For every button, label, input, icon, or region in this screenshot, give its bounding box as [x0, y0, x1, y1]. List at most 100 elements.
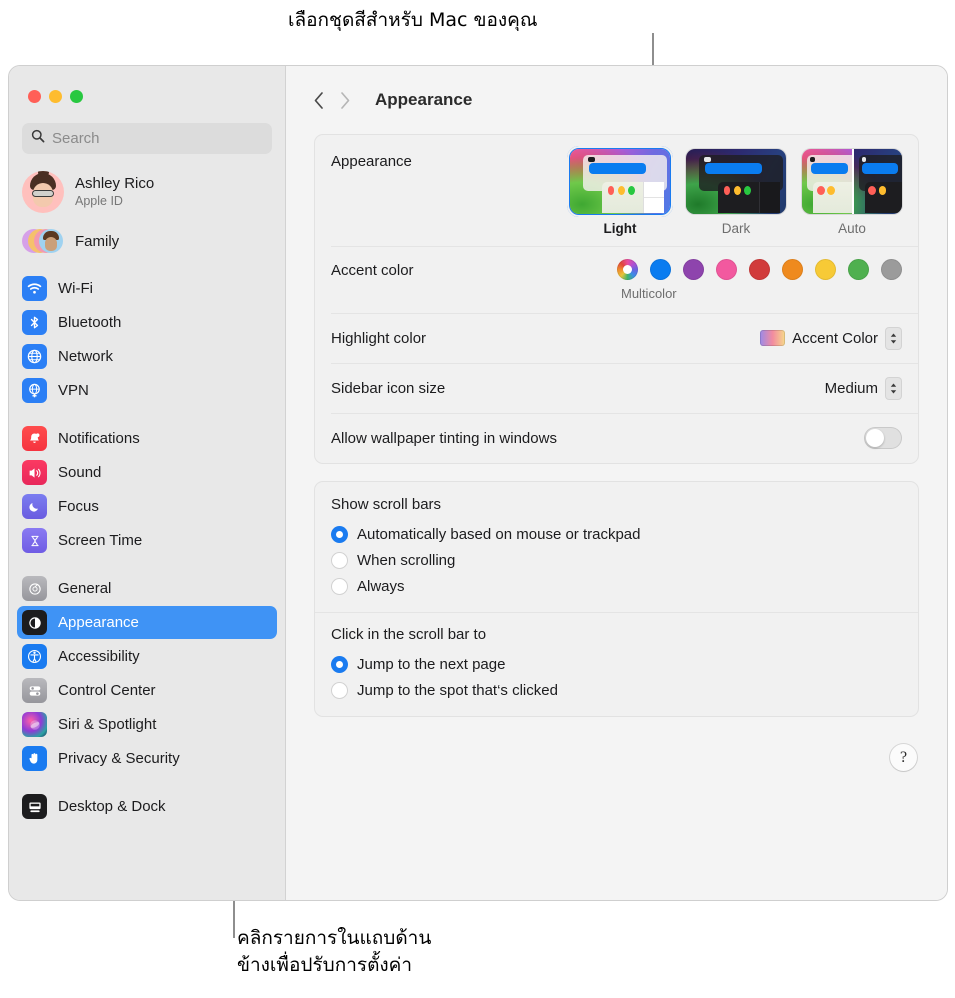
- network-icon: [22, 344, 47, 369]
- sidebar-item-wi-fi[interactable]: Wi-Fi: [17, 272, 277, 305]
- sidebar-item-family[interactable]: Family: [9, 222, 285, 260]
- sidebar-item-appearance[interactable]: Appearance: [17, 606, 277, 639]
- sidebar-item-network[interactable]: Network: [17, 340, 277, 373]
- sidebar-item-privacy-security[interactable]: Privacy & Security: [17, 742, 277, 775]
- accent-swatch-red[interactable]: [749, 259, 770, 280]
- highlight-color-popup[interactable]: Accent Color: [760, 326, 902, 350]
- sidebar-item-label: Network: [58, 348, 114, 365]
- wallpaper-tinting-row: Allow wallpaper tinting in windows: [315, 413, 918, 463]
- siri-icon: [22, 712, 47, 737]
- system-settings-window: Ashley Rico Apple ID Family Wi-Fi: [8, 65, 948, 901]
- sidebar-item-label: General: [58, 580, 112, 597]
- appearance-icon: [22, 610, 47, 635]
- accent-swatch-graphite[interactable]: [881, 259, 902, 280]
- bluetooth-icon: [22, 310, 47, 335]
- sidebar-item-desktop-dock[interactable]: Desktop & Dock: [17, 790, 277, 823]
- sidebar-item-siri-spotlight[interactable]: Siri & Spotlight: [17, 708, 277, 741]
- sidebar-group-general: General Appearance Accessibility Control…: [9, 572, 285, 775]
- radio-show-scrollbars-when-scrolling[interactable]: When scrolling: [331, 547, 902, 573]
- highlight-color-value: Accent Color: [792, 329, 878, 347]
- sidebar-item-vpn[interactable]: VPN: [17, 374, 277, 407]
- radio-button[interactable]: [331, 551, 348, 569]
- theme-option-dark[interactable]: Dark: [686, 149, 786, 236]
- radio-show-scrollbars-always[interactable]: Always: [331, 573, 902, 599]
- radio-label: Automatically based on mouse or trackpad: [357, 525, 641, 543]
- sidebar-icon-size-row: Sidebar icon size Medium: [315, 363, 918, 413]
- sidebar-item-label: Control Center: [58, 682, 156, 699]
- theme-thumbnail-light: [567, 146, 673, 217]
- wallpaper-tinting-label: Allow wallpaper tinting in windows: [331, 429, 557, 447]
- radio-button[interactable]: [331, 577, 348, 595]
- sound-icon: [22, 460, 47, 485]
- sidebar-icon-size-popup[interactable]: Medium: [825, 376, 902, 400]
- highlight-color-label: Highlight color: [331, 329, 427, 347]
- sidebar-item-sound[interactable]: Sound: [17, 456, 277, 489]
- help-button[interactable]: ?: [890, 744, 917, 771]
- accent-swatch-pink[interactable]: [716, 259, 737, 280]
- show-scroll-bars-title: Show scroll bars: [331, 496, 442, 513]
- sidebar-item-accessibility[interactable]: Accessibility: [17, 640, 277, 673]
- desktop-dock-icon: [22, 794, 47, 819]
- search-field[interactable]: [22, 123, 272, 154]
- page-title: Appearance: [375, 90, 473, 109]
- highlight-color-row: Highlight color Accent Color: [315, 313, 918, 363]
- theme-option-auto[interactable]: Auto: [802, 149, 902, 236]
- appearance-row-label: Appearance: [331, 153, 412, 170]
- account-subtitle: Apple ID: [75, 193, 123, 208]
- accessibility-icon: [22, 644, 47, 669]
- back-button[interactable]: [313, 91, 325, 110]
- radio-label: Jump to the next page: [357, 655, 506, 673]
- toolbar: Appearance: [286, 66, 947, 134]
- radio-button[interactable]: [331, 525, 348, 543]
- sidebar-item-control-center[interactable]: Control Center: [17, 674, 277, 707]
- radio-button[interactable]: [331, 681, 348, 699]
- sidebar-group-network: Wi-Fi Bluetooth Network VPN: [9, 272, 285, 407]
- sidebar-divider: [9, 558, 285, 571]
- radio-jump-to-spot[interactable]: Jump to the spot that‘s clicked: [331, 677, 902, 703]
- radio-label: When scrolling: [357, 551, 456, 569]
- general-icon: [22, 576, 47, 601]
- highlight-color-chip: [760, 330, 786, 346]
- sidebar-item-screen-time[interactable]: Screen Time: [17, 524, 277, 557]
- sidebar-item-general[interactable]: General: [17, 572, 277, 605]
- sidebar-item-notifications[interactable]: Notifications: [17, 422, 277, 455]
- sidebar-icon-size-label: Sidebar icon size: [331, 379, 446, 397]
- appearance-settings-card: Appearance Light Dark Auto Accent color …: [314, 134, 919, 464]
- sidebar-item-bluetooth[interactable]: Bluetooth: [17, 306, 277, 339]
- click-scroll-bar-section: Click in the scroll bar to Jump to the n…: [315, 612, 918, 716]
- sidebar: Ashley Rico Apple ID Family Wi-Fi: [9, 66, 286, 900]
- account-row-apple-id[interactable]: Ashley Rico Apple ID: [9, 168, 285, 216]
- accent-swatch-green[interactable]: [848, 259, 869, 280]
- accent-swatch-blue[interactable]: [650, 259, 671, 280]
- radio-label: Jump to the spot that‘s clicked: [357, 681, 558, 699]
- sidebar-item-label: Sound: [58, 464, 102, 481]
- avatar: [22, 171, 64, 213]
- accent-swatch-yellow[interactable]: [815, 259, 836, 280]
- radio-jump-next-page[interactable]: Jump to the next page: [331, 651, 902, 677]
- accent-swatch-purple[interactable]: [683, 259, 704, 280]
- window-controls: [9, 66, 285, 103]
- sidebar-item-label: Wi-Fi: [58, 280, 93, 297]
- privacy-icon: [22, 746, 47, 771]
- notifications-icon: [22, 426, 47, 451]
- sidebar-item-label: Accessibility: [58, 648, 140, 665]
- minimize-button[interactable]: [49, 90, 62, 103]
- radio-show-scrollbars-auto[interactable]: Automatically based on mouse or trackpad: [331, 521, 902, 547]
- chevron-updown-icon: [885, 376, 902, 400]
- sidebar-item-label: Focus: [58, 498, 99, 515]
- zoom-button[interactable]: [70, 90, 83, 103]
- wallpaper-tinting-toggle[interactable]: [864, 427, 902, 449]
- search-input[interactable]: [52, 130, 263, 147]
- sidebar-item-focus[interactable]: Focus: [17, 490, 277, 523]
- appearance-row: Appearance Light Dark Auto: [315, 135, 918, 246]
- callout-bottom-text: คลิกรายการในแถบด้าน ข้างเพื่อปรับการตั้ง…: [237, 927, 432, 976]
- radio-button[interactable]: [331, 655, 348, 673]
- sidebar-item-label: VPN: [58, 382, 89, 399]
- theme-option-light[interactable]: Light: [567, 146, 673, 236]
- accent-swatch-multicolor[interactable]: [617, 259, 638, 280]
- sidebar-item-label: Privacy & Security: [58, 750, 180, 767]
- accent-swatch-orange[interactable]: [782, 259, 803, 280]
- close-button[interactable]: [28, 90, 41, 103]
- sidebar-item-label: Notifications: [58, 430, 140, 447]
- forward-button[interactable]: [339, 91, 351, 110]
